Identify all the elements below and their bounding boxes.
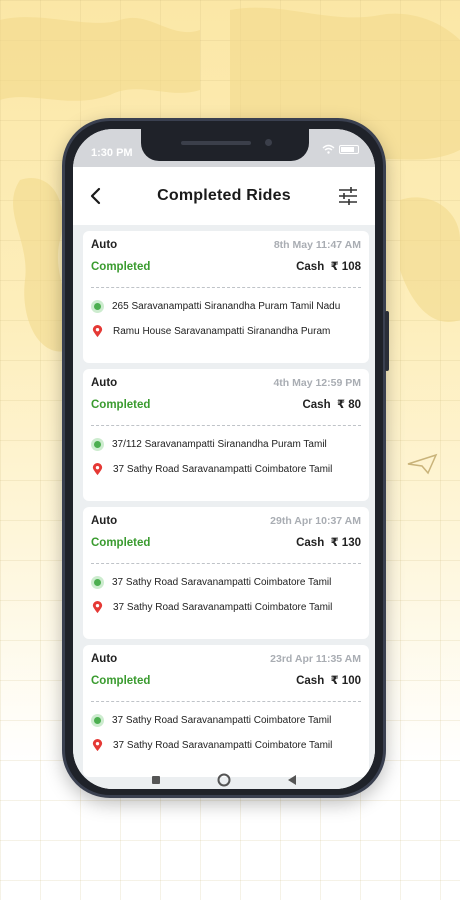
ride-datetime: 8th May 11:47 AM — [273, 239, 361, 251]
ride-status: Completed — [91, 399, 151, 411]
status-bar: 1:30 PM — [73, 129, 375, 167]
payment-method: Cash — [302, 399, 331, 411]
green-dot-icon — [91, 714, 104, 727]
ride-fare: Cash ₹ 100 — [296, 673, 361, 687]
dashed-divider — [91, 563, 361, 564]
phone-screen: 1:30 PM Completed Rides Auto 8th May 11:… — [73, 129, 375, 789]
ride-datetime: 23rd Apr 11:35 AM — [270, 653, 361, 665]
home-icon[interactable] — [217, 773, 231, 787]
ride-status: Completed — [91, 675, 151, 687]
pickup-row: 37 Sathy Road Saravanampatti Coimbatore … — [91, 714, 361, 727]
rides-list[interactable]: Auto 8th May 11:47 AM Completed Cash ₹ 1… — [73, 225, 375, 789]
fare-amount: ₹ 100 — [330, 675, 361, 687]
payment-method: Cash — [296, 675, 325, 687]
pickup-address: 37 Sathy Road Saravanampatti Coimbatore … — [112, 715, 332, 726]
ride-fare: Cash ₹ 108 — [296, 259, 361, 273]
payment-method: Cash — [296, 261, 325, 273]
ride-card[interactable]: Auto 29th Apr 10:37 AM Completed Cash ₹ … — [83, 507, 369, 639]
wifi-icon — [322, 144, 335, 154]
location-pin-icon — [92, 325, 103, 338]
fare-amount: ₹ 80 — [337, 399, 361, 411]
drop-row: 37 Sathy Road Saravanampatti Coimbatore … — [91, 463, 361, 476]
green-dot-icon — [91, 576, 104, 589]
ride-type: Auto — [91, 239, 118, 251]
ride-datetime: 29th Apr 10:37 AM — [270, 515, 361, 527]
pickup-address: 37/112 Saravanampatti Siranandha Puram T… — [112, 439, 327, 450]
system-nav-bar — [73, 771, 375, 789]
ride-status: Completed — [91, 261, 151, 273]
pickup-row: 265 Saravanampatti Siranandha Puram Tami… — [91, 300, 361, 313]
ride-status: Completed — [91, 537, 151, 549]
pickup-row: 37/112 Saravanampatti Siranandha Puram T… — [91, 438, 361, 451]
ride-card[interactable]: Auto 8th May 11:47 AM Completed Cash ₹ 1… — [83, 231, 369, 363]
drop-address: 37 Sathy Road Saravanampatti Coimbatore … — [113, 464, 333, 475]
drop-row: 37 Sathy Road Saravanampatti Coimbatore … — [91, 601, 361, 614]
green-dot-icon — [91, 438, 104, 451]
chevron-left-icon[interactable] — [85, 185, 107, 207]
pickup-address: 37 Sathy Road Saravanampatti Coimbatore … — [112, 577, 332, 588]
drop-address: 37 Sathy Road Saravanampatti Coimbatore … — [113, 740, 333, 751]
status-time: 1:30 PM — [91, 147, 133, 159]
phone-frame: 1:30 PM Completed Rides Auto 8th May 11:… — [62, 118, 389, 798]
battery-icon — [339, 144, 359, 154]
drop-row: Ramu House Saravanampatti Siranandha Pur… — [91, 325, 361, 338]
dashed-divider — [91, 701, 361, 702]
pickup-row: 37 Sathy Road Saravanampatti Coimbatore … — [91, 576, 361, 589]
location-pin-icon — [92, 601, 103, 614]
dashed-divider — [91, 287, 361, 288]
drop-address: 37 Sathy Road Saravanampatti Coimbatore … — [113, 602, 333, 613]
notch-speaker — [181, 141, 251, 145]
page-title: Completed Rides — [157, 187, 291, 204]
ride-datetime: 4th May 12:59 PM — [273, 377, 361, 389]
ride-fare: Cash ₹ 130 — [296, 535, 361, 549]
back-nav-icon[interactable] — [287, 774, 297, 786]
green-dot-icon — [91, 300, 104, 313]
sliders-icon[interactable] — [337, 185, 359, 207]
ride-fare: Cash ₹ 80 — [302, 397, 361, 411]
paper-plane-icon — [407, 453, 438, 475]
phone-side-button — [385, 311, 389, 371]
drop-address: Ramu House Saravanampatti Siranandha Pur… — [113, 326, 331, 337]
ride-type: Auto — [91, 515, 118, 527]
status-icons — [322, 144, 359, 154]
dashed-divider — [91, 425, 361, 426]
phone-notch — [141, 129, 309, 161]
ride-type: Auto — [91, 653, 118, 665]
payment-method: Cash — [296, 537, 325, 549]
fare-amount: ₹ 130 — [330, 537, 361, 549]
fare-amount: ₹ 108 — [330, 261, 361, 273]
ride-card[interactable]: Auto 4th May 12:59 PM Completed Cash ₹ 8… — [83, 369, 369, 501]
ride-type: Auto — [91, 377, 118, 389]
recent-apps-icon[interactable] — [151, 775, 161, 785]
ride-card[interactable]: Auto 23rd Apr 11:35 AM Completed Cash ₹ … — [83, 645, 369, 777]
app-header: Completed Rides — [73, 167, 375, 225]
drop-row: 37 Sathy Road Saravanampatti Coimbatore … — [91, 739, 361, 752]
location-pin-icon — [92, 463, 103, 476]
pickup-address: 265 Saravanampatti Siranandha Puram Tami… — [112, 301, 341, 312]
front-camera — [265, 139, 272, 146]
location-pin-icon — [92, 739, 103, 752]
